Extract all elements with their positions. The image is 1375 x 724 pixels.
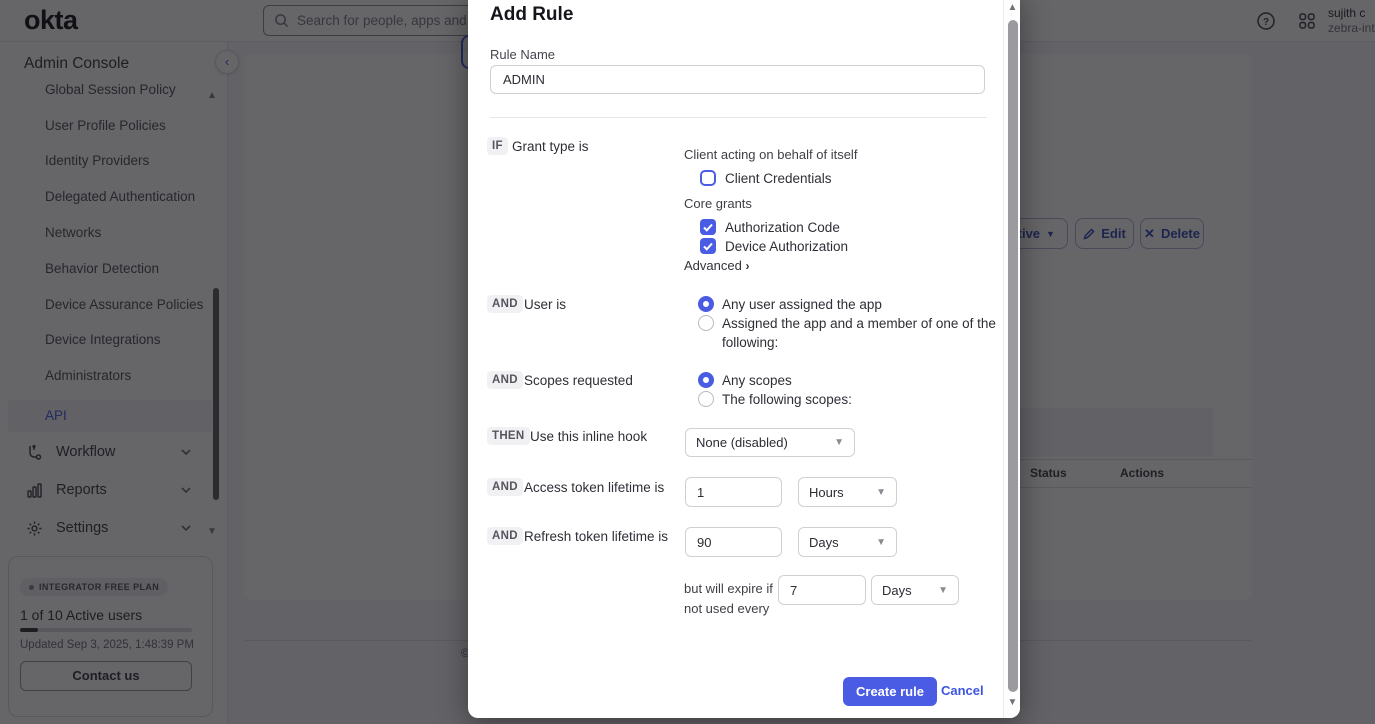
- check-icon: [700, 219, 716, 235]
- inline-hook-value: None (disabled): [696, 435, 788, 450]
- and-badge: AND: [487, 527, 523, 545]
- scroll-down-icon[interactable]: ▼: [1006, 697, 1019, 708]
- any-user-radio[interactable]: [698, 296, 714, 312]
- assigned-member-label-line2: following:: [722, 335, 778, 350]
- authorization-code-label: Authorization Code: [725, 220, 840, 235]
- refresh-token-label: Refresh token lifetime is: [524, 529, 668, 544]
- modal-divider: [490, 117, 987, 118]
- chevron-right-icon: ›: [745, 259, 749, 273]
- and-badge: AND: [487, 371, 523, 389]
- okta-admin-console: okta Search for people, apps and grou ? …: [0, 0, 1375, 724]
- expire-unit-select[interactable]: Days ▼: [871, 575, 959, 605]
- create-rule-button[interactable]: Create rule: [843, 677, 937, 706]
- expire-label-line1: but will expire if: [684, 581, 773, 596]
- device-authorization-checkbox[interactable]: [700, 238, 716, 254]
- client-credentials-checkbox[interactable]: [700, 170, 716, 186]
- client-credentials-label: Client Credentials: [725, 171, 832, 186]
- modal-title: Add Rule: [490, 4, 573, 26]
- access-token-label: Access token lifetime is: [524, 480, 664, 495]
- any-user-label: Any user assigned the app: [722, 297, 882, 312]
- refresh-token-value-input[interactable]: [685, 527, 782, 557]
- inline-hook-select[interactable]: None (disabled) ▼: [685, 428, 855, 457]
- any-scopes-label: Any scopes: [722, 373, 792, 388]
- caret-down-icon: ▼: [938, 585, 948, 596]
- device-authorization-label: Device Authorization: [725, 239, 848, 254]
- access-token-value-input[interactable]: [685, 477, 782, 507]
- caret-down-icon: ▼: [876, 537, 886, 548]
- scopes-requested-label: Scopes requested: [524, 373, 633, 388]
- and-badge: AND: [487, 478, 523, 496]
- client-group-label: Client acting on behalf of itself: [684, 147, 857, 162]
- expire-value-input[interactable]: [778, 575, 866, 605]
- rule-name-label: Rule Name: [490, 47, 555, 62]
- access-token-unit-value: Hours: [809, 485, 844, 500]
- rule-name-input[interactable]: [490, 65, 985, 94]
- grant-type-label: Grant type is: [512, 139, 589, 154]
- assigned-member-radio[interactable]: [698, 315, 714, 331]
- and-badge: AND: [487, 295, 523, 313]
- refresh-token-unit-value: Days: [809, 535, 839, 550]
- cancel-button[interactable]: Cancel: [941, 683, 984, 698]
- user-is-label: User is: [524, 297, 566, 312]
- check-icon: [700, 238, 716, 254]
- expire-unit-value: Days: [882, 583, 912, 598]
- modal-scrollbar[interactable]: ▲ ▼: [1003, 0, 1020, 718]
- if-badge: IF: [487, 137, 508, 155]
- add-rule-modal: Add Rule Rule Name IF Grant type is Clie…: [468, 0, 1020, 718]
- core-grants-label: Core grants: [684, 196, 752, 211]
- caret-down-icon: ▼: [876, 487, 886, 498]
- refresh-token-unit-select[interactable]: Days ▼: [798, 527, 897, 557]
- authorization-code-checkbox[interactable]: [700, 219, 716, 235]
- caret-down-icon: ▼: [834, 437, 844, 448]
- then-badge: THEN: [487, 427, 530, 445]
- following-scopes-label: The following scopes:: [722, 392, 852, 407]
- following-scopes-radio[interactable]: [698, 391, 714, 407]
- any-scopes-radio[interactable]: [698, 372, 714, 388]
- access-token-unit-select[interactable]: Hours ▼: [798, 477, 897, 507]
- scroll-up-icon[interactable]: ▲: [1006, 2, 1019, 13]
- advanced-link[interactable]: Advanced ›: [684, 258, 749, 273]
- inline-hook-label: Use this inline hook: [530, 429, 647, 444]
- modal-scrollbar-thumb[interactable]: [1008, 20, 1018, 692]
- advanced-label: Advanced: [684, 258, 742, 273]
- expire-label-line2: not used every: [684, 601, 769, 616]
- assigned-member-label-line1: Assigned the app and a member of one of …: [722, 316, 996, 331]
